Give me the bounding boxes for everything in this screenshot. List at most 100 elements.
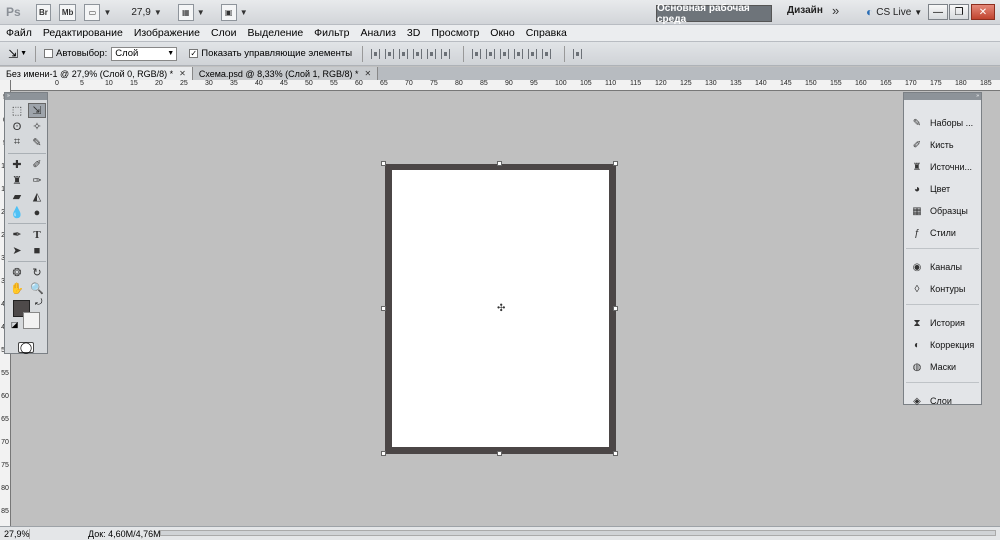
chevron-down-icon[interactable]: ▼ [20,50,27,57]
transform-handle[interactable] [497,451,502,456]
status-doc-size[interactable]: Док: 4,60M/4,76M [88,529,161,539]
menu-image[interactable]: Изображение [134,27,200,39]
panel-styles[interactable]: ƒ Стили [904,222,981,244]
panel-channels[interactable]: ◉ Каналы [904,256,981,278]
distribute-right-icon[interactable] [542,48,552,59]
workspace-essentials-button[interactable]: Основная рабочая среда [656,3,772,25]
align-vcenter-icon[interactable] [385,48,395,59]
panel-collapse-icon[interactable]: » [5,93,47,100]
cs-live-button[interactable]: ◐ CS Live ▼ [866,5,922,19]
arrange-documents-button[interactable]: ▦ [177,3,194,21]
minimize-button[interactable]: — [928,4,948,20]
menu-window[interactable]: Окно [490,27,514,39]
lasso-tool-icon[interactable]: ʘ [8,119,26,134]
distribute-bottom-icon[interactable] [500,48,510,59]
transform-handle[interactable] [613,451,618,456]
close-icon[interactable]: ✕ [365,69,372,78]
transform-handle[interactable] [497,161,502,166]
default-colors-icon[interactable]: ◪ [11,320,19,329]
more-workspaces-icon[interactable]: » [832,3,839,18]
panel-swatches[interactable]: ▦ Образцы [904,200,981,222]
dodge-tool-icon[interactable]: ● [28,205,46,220]
rectangle-tool-icon[interactable]: ■ [28,243,46,258]
zoom-tool-icon[interactable]: 🔍 [28,281,46,296]
bridge-button[interactable]: Br [36,3,51,21]
move-tool-icon[interactable]: ⇲ [8,47,18,61]
background-color-swatch[interactable] [23,312,40,329]
transform-handle[interactable] [613,306,618,311]
distribute-vcenter-icon[interactable] [486,48,496,59]
menu-filter[interactable]: Фильтр [314,27,349,39]
3d-orbit-tool-icon[interactable]: ↻ [28,265,46,280]
menu-file[interactable]: Файл [6,27,32,39]
menu-layers[interactable]: Слои [211,27,237,39]
panel-expand-icon[interactable]: » [904,93,981,100]
blur-tool-icon[interactable]: 💧 [8,205,26,220]
tab-untitled-1[interactable]: Без имени-1 @ 27,9% (Слой 0, RGB/8) * ✕ [0,67,193,80]
distribute-top-icon[interactable] [472,48,482,59]
menu-edit[interactable]: Редактирование [43,27,123,39]
panel-gripper[interactable] [904,100,981,112]
panel-history[interactable]: ⧗ История [904,312,981,334]
distribute-left-icon[interactable] [514,48,524,59]
auto-align-icon[interactable] [573,48,583,59]
quick-mask-button[interactable]: ◯ [5,342,47,354]
history-brush-tool-icon[interactable]: ✑ [28,173,46,188]
panel-brush[interactable]: ✐ Кисть [904,134,981,156]
brush-tool-icon[interactable]: ✐ [28,157,46,172]
chevron-down-icon[interactable]: ▼ [103,8,111,17]
screen-mode-button[interactable]: ▣ [220,3,237,21]
type-tool-icon[interactable]: T [28,227,46,242]
transform-handle[interactable] [613,161,618,166]
status-zoom-field[interactable]: 27,9% [0,528,30,539]
marquee-tool-icon[interactable]: ⬚ [8,103,26,118]
reference-point-icon[interactable]: ✣ [497,303,505,314]
close-icon[interactable]: ✕ [179,69,186,78]
menu-3d[interactable]: 3D [407,27,420,39]
panel-paths[interactable]: ◊ Контуры [904,278,981,300]
transform-handle[interactable] [381,451,386,456]
ruler-horizontal[interactable]: 0 5 10 15 20 25 30 35 40 45 50 55 60 65 70 75 80 85 90 95 10… [11,80,1000,91]
eraser-tool-icon[interactable]: ▰ [8,189,26,204]
close-button[interactable]: ✕ [971,4,995,20]
align-left-icon[interactable] [413,48,423,59]
transform-handle[interactable] [381,306,386,311]
menu-select[interactable]: Выделение [248,27,304,39]
workspace-design-button[interactable]: Дизайн [787,5,823,16]
align-bottom-icon[interactable] [399,48,409,59]
3d-rotate-tool-icon[interactable]: ❂ [8,265,26,280]
clone-stamp-tool-icon[interactable]: ♜ [8,173,26,188]
view-extras-button[interactable]: ▭ [84,3,101,21]
mini-bridge-button[interactable]: Mb [58,3,77,21]
align-right-icon[interactable] [441,48,451,59]
move-tool-icon[interactable]: ⇲ [28,103,46,118]
show-transform-checkbox[interactable]: ✓ [189,49,199,58]
chevron-down-icon[interactable]: ▼ [197,8,205,17]
menu-help[interactable]: Справка [526,27,567,39]
align-top-icon[interactable] [371,48,381,59]
distribute-hcenter-icon[interactable] [528,48,538,59]
tab-scheme[interactable]: Схема.psd @ 8,33% (Слой 1, RGB/8) * ✕ [192,67,379,80]
crop-tool-icon[interactable]: ⌗ [8,135,26,150]
panel-layers[interactable]: ◈ Слои [904,390,981,412]
chevron-down-icon[interactable]: ▼ [240,8,248,17]
panel-adjustments[interactable]: ◐ Коррекция [904,334,981,356]
chevron-down-icon[interactable]: ▼ [154,8,162,17]
hand-tool-icon[interactable]: ✋ [8,281,26,296]
maximize-button[interactable]: ❐ [949,4,969,20]
menu-view[interactable]: Просмотр [431,27,479,39]
autoselect-checkbox[interactable] [44,49,53,58]
autoselect-dropdown[interactable]: Слой ▼ [111,46,178,61]
horizontal-scrollbar[interactable] [160,530,996,536]
pen-tool-icon[interactable]: ✒ [8,227,26,242]
paint-bucket-tool-icon[interactable]: ◭ [28,189,46,204]
panel-brush-presets[interactable]: ✎ Наборы ... [904,112,981,134]
eyedropper-tool-icon[interactable]: ✎ [28,135,46,150]
transform-handle[interactable] [381,161,386,166]
panel-color[interactable]: ◕ Цвет [904,178,981,200]
panel-masks[interactable]: ◍ Маски [904,356,981,378]
align-hcenter-icon[interactable] [427,48,437,59]
menu-analysis[interactable]: Анализ [360,27,395,39]
swap-colors-icon[interactable]: ⤾ [35,297,43,308]
healing-brush-tool-icon[interactable]: ✚ [8,157,26,172]
